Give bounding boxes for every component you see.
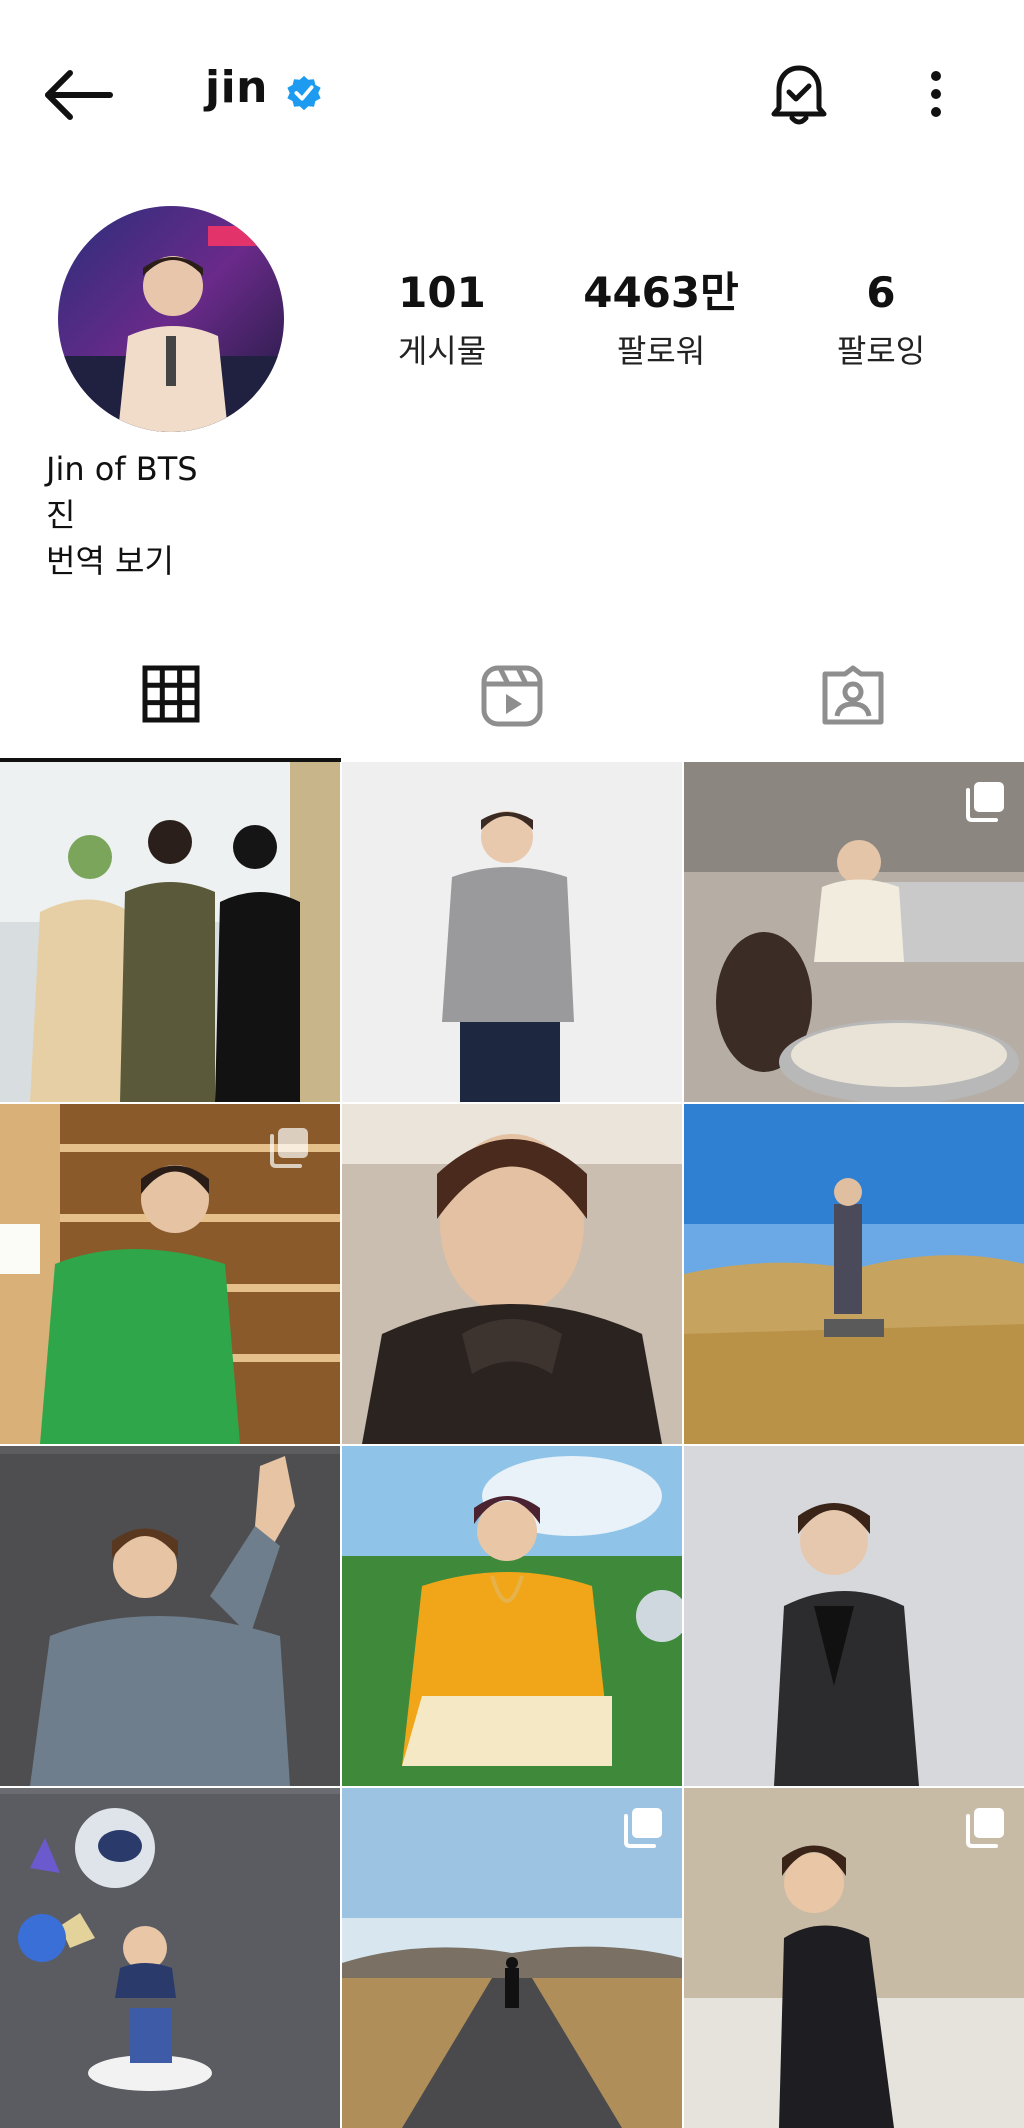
posts-count-label: 게시물 (397, 332, 487, 371)
carousel-icon (270, 1128, 308, 1168)
notification-bell-button[interactable] (767, 60, 831, 130)
profile-tabs (0, 640, 1024, 762)
post-image (0, 1446, 340, 1786)
tab-grid[interactable] (0, 640, 341, 762)
following-count-label: 팔로잉 (836, 332, 926, 371)
followers-count[interactable]: 4463만 팔로워 (561, 268, 761, 372)
post-yellow-sweater-garden[interactable] (342, 1446, 682, 1786)
profile-username: jin (205, 62, 268, 113)
following-count-value: 6 (866, 268, 896, 317)
profile-bio: Jin of BTS 진 번역 보기 (46, 446, 198, 584)
grid-icon (142, 665, 199, 723)
followers-count-label: 팔로워 (616, 332, 706, 371)
posts-grid (0, 762, 1024, 2128)
avatar-photo (58, 206, 284, 432)
bell-check-icon (771, 65, 827, 125)
reels-icon (481, 665, 542, 727)
arrow-left-icon (45, 70, 113, 120)
back-button[interactable] (40, 60, 120, 130)
more-options-button[interactable] (912, 66, 960, 122)
carousel-icon (624, 1808, 662, 1848)
post-denim-jacket-pose[interactable] (0, 1446, 340, 1786)
tab-tagged[interactable] (682, 640, 1023, 762)
post-black-suit-portrait[interactable] (684, 1446, 1024, 1786)
followers-count-value: 4463만 (583, 268, 739, 317)
post-green-sweater-wine-shop[interactable] (0, 1104, 340, 1444)
post-astronaut-balloons-cake[interactable] (0, 1788, 340, 2128)
post-image (0, 1788, 340, 2128)
carousel-icon (966, 1808, 1004, 1848)
post-image (342, 1104, 682, 1444)
post-image (0, 762, 340, 1102)
post-image (684, 1446, 1024, 1786)
posts-count-value: 101 (398, 268, 486, 317)
post-black-suit-wall[interactable] (684, 1788, 1024, 2128)
tagged-icon (822, 665, 883, 725)
following-count[interactable]: 6 팔로잉 (781, 268, 981, 372)
post-desert-road-walk[interactable] (342, 1788, 682, 2128)
post-three-people-photo[interactable] (0, 762, 340, 1102)
verified-badge-icon (287, 75, 321, 111)
post-field-landscape-photo[interactable] (684, 1104, 1024, 1444)
post-image (342, 1446, 682, 1786)
post-kitchen-rice-photo[interactable] (684, 762, 1024, 1102)
bio-name: Jin of BTS (46, 450, 198, 488)
tab-reels[interactable] (341, 640, 682, 762)
carousel-icon (966, 782, 1004, 822)
bio-text: 진 (46, 496, 76, 534)
post-leather-jacket-selfie[interactable] (342, 1104, 682, 1444)
top-bar: jin (0, 0, 1024, 190)
more-vertical-icon (931, 71, 941, 117)
posts-count[interactable]: 101 게시물 (342, 268, 542, 372)
profile-avatar[interactable] (58, 206, 284, 432)
translate-link[interactable]: 번역 보기 (46, 538, 198, 584)
post-image (684, 1104, 1024, 1444)
post-gray-sweater-portrait[interactable] (342, 762, 682, 1102)
post-image (342, 762, 682, 1102)
